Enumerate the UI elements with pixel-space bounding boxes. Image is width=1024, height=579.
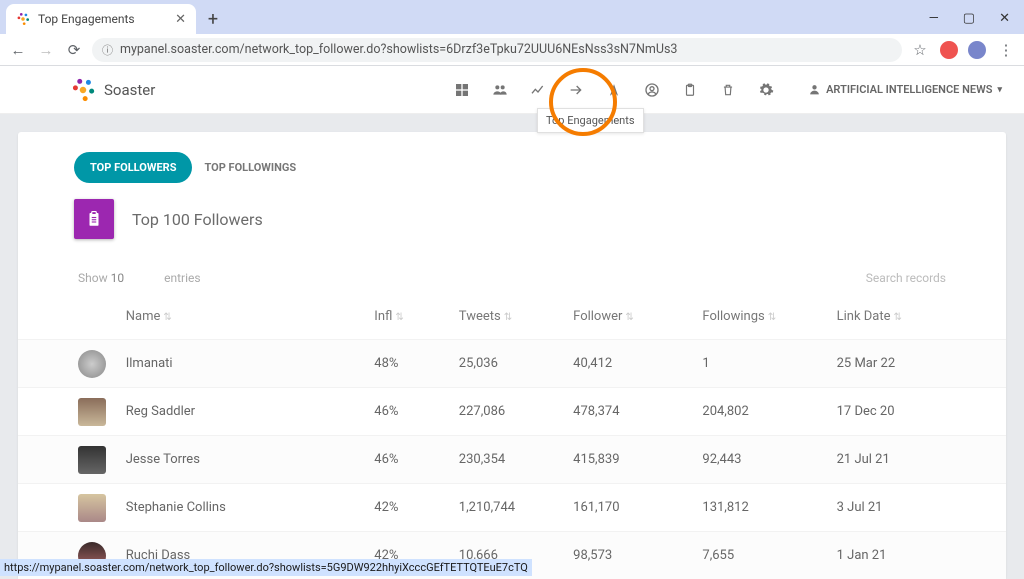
cell-link-date: 21 Jul 21 (837, 452, 946, 467)
table-row[interactable]: Reg Saddler46%227,086478,374204,80217 De… (18, 387, 1006, 435)
account-name: ARTIFICIAL INTELLIGENCE NEWS (826, 83, 992, 96)
cell-infl: 46% (374, 404, 459, 419)
cell-follower: 98,573 (573, 548, 702, 563)
tooltip: Top Engagements (537, 108, 644, 133)
cell-followings: 204,802 (702, 404, 836, 419)
cell-infl: 42% (374, 500, 459, 515)
sort-icon: ⇅ (894, 312, 902, 323)
url-input[interactable]: ⓘ mypanel.soaster.com/network_top_follow… (92, 38, 902, 62)
address-bar: ← → ⟳ ⓘ mypanel.soaster.com/network_top_… (0, 34, 1024, 66)
cell-link-date: 1 Jan 21 (837, 548, 946, 563)
cell-name: Stephanie Collins (126, 500, 375, 515)
minimize-icon[interactable]: — (929, 11, 939, 26)
chevron-down-icon: ▾ (997, 85, 1002, 95)
cell-infl: 46% (374, 452, 459, 467)
back-icon[interactable]: ← (8, 41, 28, 59)
table-header: Name⇅ Infl⇅ Tweets⇅ Follower⇅ Followings… (18, 293, 1006, 339)
clipboard-icon (85, 210, 103, 228)
cell-link-date: 17 Dec 20 (837, 404, 946, 419)
status-bar-link: https://mypanel.soaster.com/network_top_… (0, 559, 532, 576)
col-link-date[interactable]: Link Date⇅ (837, 309, 946, 324)
cell-followings: 7,655 (702, 548, 836, 563)
sort-icon: ⇅ (395, 312, 403, 323)
sort-icon: ⇅ (768, 312, 776, 323)
brand[interactable]: Soaster (70, 77, 155, 103)
dashboard-icon[interactable] (452, 80, 472, 100)
table-row[interactable]: Ilmanati48%25,03640,412125 Mar 22 (18, 339, 1006, 387)
forward-icon[interactable]: → (36, 41, 56, 59)
cell-name: Jesse Torres (126, 452, 375, 467)
cell-followings: 131,812 (702, 500, 836, 515)
sort-icon: ⇅ (163, 312, 171, 323)
table-row[interactable]: Stephanie Collins42%1,210,744161,170131,… (18, 483, 1006, 531)
forward-nav-icon[interactable] (566, 80, 586, 100)
trend-icon[interactable] (528, 80, 548, 100)
delete-icon[interactable] (718, 80, 738, 100)
browser-titlebar: Top Engagements ✕ + — ▢ ✕ (0, 0, 1024, 34)
col-tweets[interactable]: Tweets⇅ (459, 309, 573, 324)
section-title: Top 100 Followers (132, 210, 263, 229)
cell-follower: 478,374 (573, 404, 702, 419)
cell-link-date: 3 Jul 21 (837, 500, 946, 515)
reload-icon[interactable]: ⟳ (64, 41, 84, 59)
main-card: TOP FOLLOWERS TOP FOLLOWINGS Top 100 Fol… (18, 132, 1006, 579)
cell-follower: 161,170 (573, 500, 702, 515)
table-row[interactable]: Jesse Torres46%230,354415,83992,44321 Ju… (18, 435, 1006, 483)
avatar (78, 494, 106, 522)
new-tab-button[interactable]: + (200, 6, 226, 32)
profile-avatar-icon[interactable] (968, 41, 986, 59)
col-infl[interactable]: Infl⇅ (374, 309, 459, 324)
app-header: Soaster ARTIFICIAL INTELLIGENCE NEWS ▾ (0, 66, 1024, 114)
followers-icon[interactable] (490, 80, 510, 100)
tab-top-followers[interactable]: TOP FOLLOWERS (74, 152, 192, 183)
window-controls: — ▢ ✕ (929, 11, 1024, 34)
col-name[interactable]: Name⇅ (126, 309, 375, 324)
engagement-icon[interactable] (604, 80, 624, 100)
cell-tweets: 1,210,744 (459, 500, 573, 515)
cell-name: Ilmanati (126, 356, 375, 371)
logo-icon (70, 77, 96, 103)
col-follower[interactable]: Follower⇅ (573, 309, 702, 324)
show-label: Show (78, 271, 108, 285)
favicon-icon (16, 12, 30, 26)
extension-icon[interactable] (940, 41, 958, 59)
search-input[interactable]: Search records (866, 271, 946, 285)
avatar (78, 350, 106, 378)
sort-icon: ⇅ (504, 312, 512, 323)
entries-label: entries (164, 271, 200, 285)
tab-close-icon[interactable]: ✕ (175, 12, 186, 27)
cell-name: Reg Saddler (126, 404, 375, 419)
cell-followings: 1 (702, 356, 836, 371)
page-size-select[interactable]: 10 (111, 271, 125, 285)
cell-follower: 40,412 (573, 356, 702, 371)
maximize-icon[interactable]: ▢ (963, 11, 975, 26)
cell-follower: 415,839 (573, 452, 702, 467)
tab-title: Top Engagements (38, 12, 135, 26)
menu-icon[interactable]: ⋮ (996, 41, 1016, 59)
browser-tab[interactable]: Top Engagements ✕ (6, 4, 196, 34)
sort-icon: ⇅ (625, 312, 633, 323)
cell-tweets: 227,086 (459, 404, 573, 419)
cell-tweets: 25,036 (459, 356, 573, 371)
url-text: mypanel.soaster.com/network_top_follower… (120, 42, 677, 57)
brand-name: Soaster (104, 81, 155, 99)
cell-link-date: 25 Mar 22 (837, 356, 946, 371)
cell-infl: 48% (374, 356, 459, 371)
gear-icon[interactable] (756, 80, 776, 100)
avatar (78, 446, 106, 474)
bookmark-icon[interactable]: ☆ (910, 41, 930, 59)
extensions: ☆ ⋮ (910, 41, 1016, 59)
avatar (78, 398, 106, 426)
user-icon (808, 83, 821, 96)
col-followings[interactable]: Followings⇅ (702, 309, 836, 324)
cell-followings: 92,443 (702, 452, 836, 467)
site-info-icon[interactable]: ⓘ (102, 42, 113, 58)
close-window-icon[interactable]: ✕ (999, 11, 1010, 26)
clipboard-icon[interactable] (680, 80, 700, 100)
account-menu[interactable]: ARTIFICIAL INTELLIGENCE NEWS ▾ (808, 83, 1002, 96)
section-badge (74, 199, 114, 239)
cell-tweets: 230,354 (459, 452, 573, 467)
tab-top-followings[interactable]: TOP FOLLOWINGS (204, 161, 296, 174)
account-circle-icon[interactable] (642, 80, 662, 100)
